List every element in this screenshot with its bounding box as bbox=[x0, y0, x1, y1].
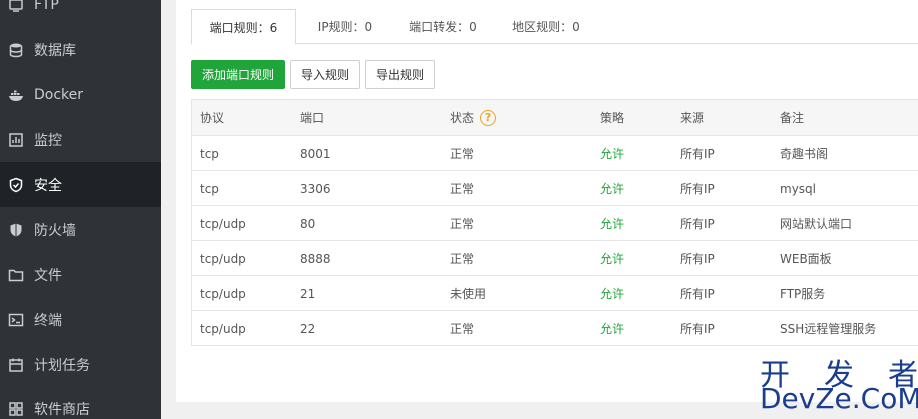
sidebar: FTP 数据库 Docker 监控 安全 防火墙 文件 终端 计划任务 软件商店 bbox=[0, 0, 161, 419]
sidebar-item-cron[interactable]: 计划任务 bbox=[0, 342, 161, 387]
cell-note[interactable]: 奇趣书阁 bbox=[780, 136, 828, 171]
cell-source: 所有IP bbox=[680, 287, 715, 301]
cell-note[interactable]: SSH远程管理服务 bbox=[780, 311, 876, 346]
cell-source: 所有IP bbox=[680, 252, 715, 266]
folder-icon bbox=[8, 267, 24, 283]
database-icon bbox=[8, 42, 24, 58]
watermark-domain: DevZe.CoM bbox=[760, 382, 918, 415]
sidebar-item-store[interactable]: 软件商店 bbox=[0, 386, 161, 419]
import-rules-button[interactable]: 导入规则 bbox=[290, 60, 360, 89]
cell-port: 8001 bbox=[300, 146, 331, 161]
cell-port: 8888 bbox=[300, 251, 331, 266]
header-protocol[interactable]: 协议 bbox=[200, 100, 224, 135]
tab-ip-rules[interactable]: IP规则：0 bbox=[299, 9, 391, 44]
shield-check-icon bbox=[8, 177, 24, 193]
sidebar-item-docker[interactable]: Docker bbox=[0, 72, 161, 117]
cell-note[interactable]: FTP服务 bbox=[780, 276, 825, 311]
header-source: 来源 bbox=[680, 111, 705, 125]
cell-port: 21 bbox=[300, 286, 316, 301]
cell-port: 22 bbox=[300, 321, 316, 336]
cell-port: 3306 bbox=[300, 181, 331, 196]
cell-policy[interactable]: 允许 bbox=[600, 276, 624, 311]
tab-port-rules[interactable]: 端口规则：6 bbox=[191, 9, 296, 45]
cell-protocol: tcp bbox=[200, 181, 219, 196]
sidebar-item-label: 防火墙 bbox=[34, 222, 76, 239]
header-status: 状态 ? bbox=[450, 100, 497, 135]
table-row: tcp/udp 80 正常 允许 所有IP 网站默认端口 bbox=[192, 205, 918, 240]
table-header-row: 协议 端口 状态 ? 策略 来源 备注 bbox=[192, 100, 918, 135]
cell-policy[interactable]: 允许 bbox=[600, 241, 624, 276]
watermark-chars: 开 发 者 bbox=[760, 350, 918, 393]
sidebar-item-security[interactable]: 安全 bbox=[0, 162, 161, 207]
calendar-icon bbox=[8, 357, 24, 373]
cell-protocol: tcp/udp bbox=[200, 216, 246, 231]
sidebar-item-label: 终端 bbox=[34, 312, 62, 329]
cell-source: 所有IP bbox=[680, 217, 715, 231]
cell-source: 所有IP bbox=[680, 182, 715, 196]
table-row: tcp 3306 正常 允许 所有IP mysql bbox=[192, 170, 918, 205]
cell-status: 正常 bbox=[450, 217, 475, 231]
cell-note[interactable]: 网站默认端口 bbox=[780, 206, 852, 241]
header-policy: 策略 bbox=[600, 111, 625, 125]
cell-note[interactable]: WEB面板 bbox=[780, 241, 832, 276]
sidebar-item-label: 监控 bbox=[34, 132, 62, 149]
sidebar-item-label: FTP bbox=[34, 0, 59, 13]
export-rules-button[interactable]: 导出规则 bbox=[365, 60, 435, 89]
sidebar-item-label: 安全 bbox=[34, 177, 62, 194]
watermark-char: 者 bbox=[888, 358, 918, 393]
watermark-char: 发 bbox=[824, 358, 854, 393]
sidebar-item-ftp[interactable]: FTP bbox=[0, 0, 161, 27]
help-icon[interactable]: ? bbox=[480, 109, 497, 126]
firewall-shield-icon bbox=[8, 222, 24, 238]
ftp-icon bbox=[8, 0, 24, 13]
cell-policy[interactable]: 允许 bbox=[600, 171, 624, 206]
sidebar-item-database[interactable]: 数据库 bbox=[0, 27, 161, 72]
cell-port: 80 bbox=[300, 216, 316, 231]
monitor-icon bbox=[8, 132, 24, 148]
tab-region-rules[interactable]: 地区规则：0 bbox=[496, 9, 596, 44]
cell-status: 正常 bbox=[450, 252, 475, 266]
cell-status: 正常 bbox=[450, 182, 475, 196]
cell-source: 所有IP bbox=[680, 147, 715, 161]
header-note: 备注 bbox=[780, 111, 805, 125]
header-status-label: 状态 bbox=[450, 111, 475, 125]
cell-policy[interactable]: 允许 bbox=[600, 206, 624, 241]
cell-status: 未使用 bbox=[450, 287, 487, 301]
firewall-tabs: 端口规则：6 IP规则：0 端口转发：0 地区规则：0 bbox=[191, 9, 918, 45]
sidebar-item-files[interactable]: 文件 bbox=[0, 252, 161, 297]
sidebar-item-label: 软件商店 bbox=[34, 401, 90, 418]
add-port-rule-button[interactable]: 添加端口规则 bbox=[191, 60, 285, 89]
cell-protocol: tcp/udp bbox=[200, 286, 246, 301]
watermark: 开 发 者 DevZe.CoM bbox=[760, 350, 918, 415]
table-row: tcp/udp 22 正常 允许 所有IP SSH远程管理服务 bbox=[192, 310, 918, 345]
table-row: tcp/udp 21 未使用 允许 所有IP FTP服务 bbox=[192, 275, 918, 310]
sidebar-item-label: Docker bbox=[34, 86, 84, 103]
cell-note[interactable]: mysql bbox=[780, 171, 816, 206]
sidebar-item-terminal[interactable]: 终端 bbox=[0, 297, 161, 342]
sidebar-item-firewall[interactable]: 防火墙 bbox=[0, 207, 161, 252]
port-rules-table: 协议 端口 状态 ? 策略 来源 备注 tcp 8001 正常 允许 所有IP … bbox=[191, 99, 918, 346]
cell-protocol: tcp bbox=[200, 146, 219, 161]
sidebar-item-label: 文件 bbox=[34, 267, 62, 284]
watermark-char: 开 bbox=[760, 358, 790, 393]
cell-source: 所有IP bbox=[680, 322, 715, 336]
cell-protocol: tcp/udp bbox=[200, 251, 246, 266]
cell-policy[interactable]: 允许 bbox=[600, 311, 624, 346]
terminal-icon bbox=[8, 312, 24, 328]
cell-policy[interactable]: 允许 bbox=[600, 136, 624, 171]
cell-status: 正常 bbox=[450, 322, 475, 336]
table-row: tcp/udp 8888 正常 允许 所有IP WEB面板 bbox=[192, 240, 918, 275]
grid-icon bbox=[8, 401, 24, 417]
sidebar-item-monitor[interactable]: 监控 bbox=[0, 117, 161, 162]
sidebar-item-label: 数据库 bbox=[34, 42, 76, 59]
header-port[interactable]: 端口 bbox=[300, 100, 324, 135]
tab-port-forward[interactable]: 端口转发：0 bbox=[393, 9, 493, 44]
cell-status: 正常 bbox=[450, 147, 475, 161]
docker-icon bbox=[8, 87, 24, 103]
cell-protocol: tcp/udp bbox=[200, 321, 246, 336]
sidebar-item-label: 计划任务 bbox=[34, 357, 90, 374]
table-row: tcp 8001 正常 允许 所有IP 奇趣书阁 bbox=[192, 135, 918, 170]
